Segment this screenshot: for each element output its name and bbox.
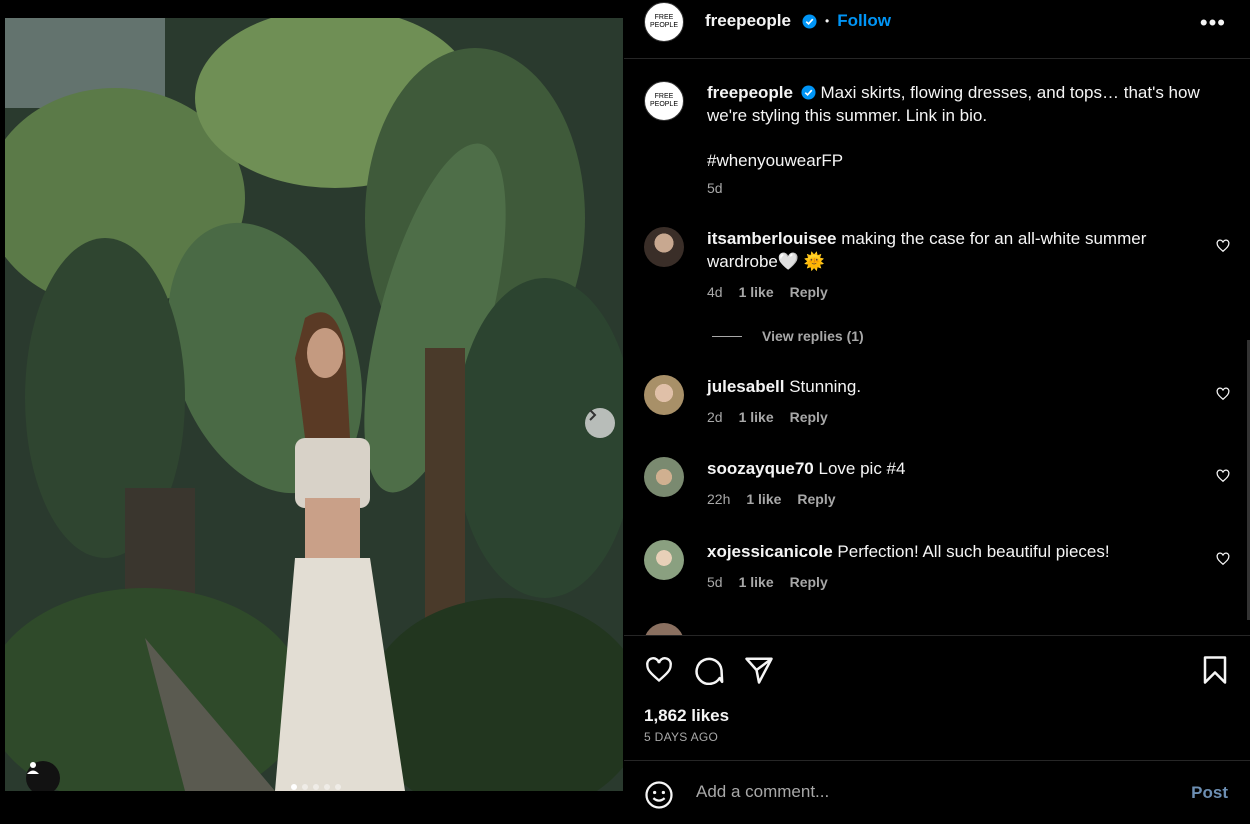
comment-likes[interactable]: 1 like xyxy=(739,409,774,425)
avatar[interactable] xyxy=(644,375,684,415)
avatar[interactable] xyxy=(644,227,684,267)
reply-button[interactable]: Reply xyxy=(790,284,828,300)
reply-button[interactable]: Reply xyxy=(790,409,828,425)
emoji-icon[interactable] xyxy=(644,780,674,810)
likes-count[interactable]: 1,862 likes xyxy=(644,706,729,726)
chevron-right-icon xyxy=(589,409,597,421)
avatar[interactable] xyxy=(644,457,684,497)
comment-meta: 4d 1 like Reply xyxy=(707,284,828,300)
add-comment-bar: Post xyxy=(624,760,1250,824)
comments-list: FREE PEOPLE freepeople Maxi skirts, flow… xyxy=(624,59,1250,635)
verified-badge-icon xyxy=(802,13,817,29)
post-date: 5 DAYS AGO xyxy=(644,730,719,744)
comment-likes[interactable]: 1 like xyxy=(739,574,774,590)
comment-time: 5d xyxy=(707,574,723,590)
like-comment-icon[interactable] xyxy=(1216,239,1230,253)
comment-text-block: xojessicanicole Perfection! All such bea… xyxy=(707,540,1207,563)
avatar[interactable] xyxy=(644,540,684,580)
comment-text-block: julesabell Stunning. xyxy=(707,375,1207,398)
reply-button[interactable]: Reply xyxy=(797,491,835,507)
comment-meta: 2d 1 like Reply xyxy=(707,409,828,425)
carousel-dot xyxy=(335,784,341,790)
follow-button[interactable]: Follow xyxy=(837,11,891,31)
tagged-users-button[interactable] xyxy=(26,761,60,791)
like-comment-icon[interactable] xyxy=(1216,469,1230,483)
carousel-dot xyxy=(324,784,330,790)
comment-meta: 22h 1 like Reply xyxy=(707,491,836,507)
comment-username[interactable]: xojessicanicole xyxy=(707,542,833,561)
separator-dot: • xyxy=(824,14,830,28)
post-comment-button[interactable]: Post xyxy=(1191,783,1228,803)
comment-text: Stunning. xyxy=(789,377,862,396)
comment-text-block: itsamberlouisee making the case for an a… xyxy=(707,227,1207,273)
carousel-indicator xyxy=(291,784,341,790)
caption-time: 5d xyxy=(707,180,723,196)
comment-input[interactable] xyxy=(694,781,1158,803)
comment-text-block: soozayque70 Love pic #4 xyxy=(707,457,1207,480)
comment-likes[interactable]: 1 like xyxy=(739,284,774,300)
share-send-icon[interactable] xyxy=(744,655,774,685)
avatar[interactable]: FREE PEOPLE xyxy=(644,2,684,42)
comment-username[interactable]: julesabell xyxy=(707,377,784,396)
comment-time: 4d xyxy=(707,284,723,300)
like-comment-icon[interactable] xyxy=(1216,552,1230,566)
comment-time: 22h xyxy=(707,491,731,507)
verified-badge-icon xyxy=(801,85,816,100)
replies-line xyxy=(712,336,742,337)
post-image xyxy=(5,18,623,791)
comment-bubble-icon[interactable] xyxy=(694,655,724,685)
more-options-icon[interactable]: ••• xyxy=(1200,10,1226,36)
post-header: FREE PEOPLE freepeople • Follow ••• xyxy=(624,0,1250,59)
like-heart-icon[interactable] xyxy=(644,656,674,684)
caption-meta: 5d xyxy=(707,180,723,196)
view-replies-button[interactable]: View replies (1) xyxy=(762,328,864,344)
reply-button[interactable]: Reply xyxy=(790,574,828,590)
comment-meta: 5d 1 like Reply xyxy=(707,574,828,590)
comment-username[interactable]: soozayque70 xyxy=(707,459,814,478)
carousel-dot xyxy=(313,784,319,790)
comment-likes[interactable]: 1 like xyxy=(746,491,781,507)
post-side-panel: FREE PEOPLE freepeople • Follow ••• FREE… xyxy=(624,0,1250,823)
save-bookmark-icon[interactable] xyxy=(1202,655,1228,685)
user-icon xyxy=(27,762,39,774)
comment-text: Perfection! All such beautiful pieces! xyxy=(837,542,1110,561)
comment-text: Love pic #4 xyxy=(818,459,906,478)
next-image-button[interactable] xyxy=(585,408,615,438)
comment-time: 2d xyxy=(707,409,723,425)
post-actions: 1,862 likes 5 DAYS AGO xyxy=(624,635,1250,761)
caption-text-block: freepeople Maxi skirts, flowing dresses,… xyxy=(707,81,1207,172)
like-comment-icon[interactable] xyxy=(1216,387,1230,401)
hashtag-link[interactable]: #whenyouwearFP xyxy=(707,151,843,170)
carousel-dot-active xyxy=(291,784,297,790)
avatar-logo-text: FREE PEOPLE xyxy=(649,93,678,108)
carousel-dot xyxy=(302,784,308,790)
avatar[interactable] xyxy=(644,623,684,635)
avatar[interactable]: FREE PEOPLE xyxy=(644,81,684,121)
author-username[interactable]: freepeople xyxy=(705,11,791,31)
comment-username[interactable]: itsamberlouisee xyxy=(707,229,836,248)
avatar-logo-text: FREE PEOPLE xyxy=(649,14,678,29)
caption-username[interactable]: freepeople xyxy=(707,83,793,102)
